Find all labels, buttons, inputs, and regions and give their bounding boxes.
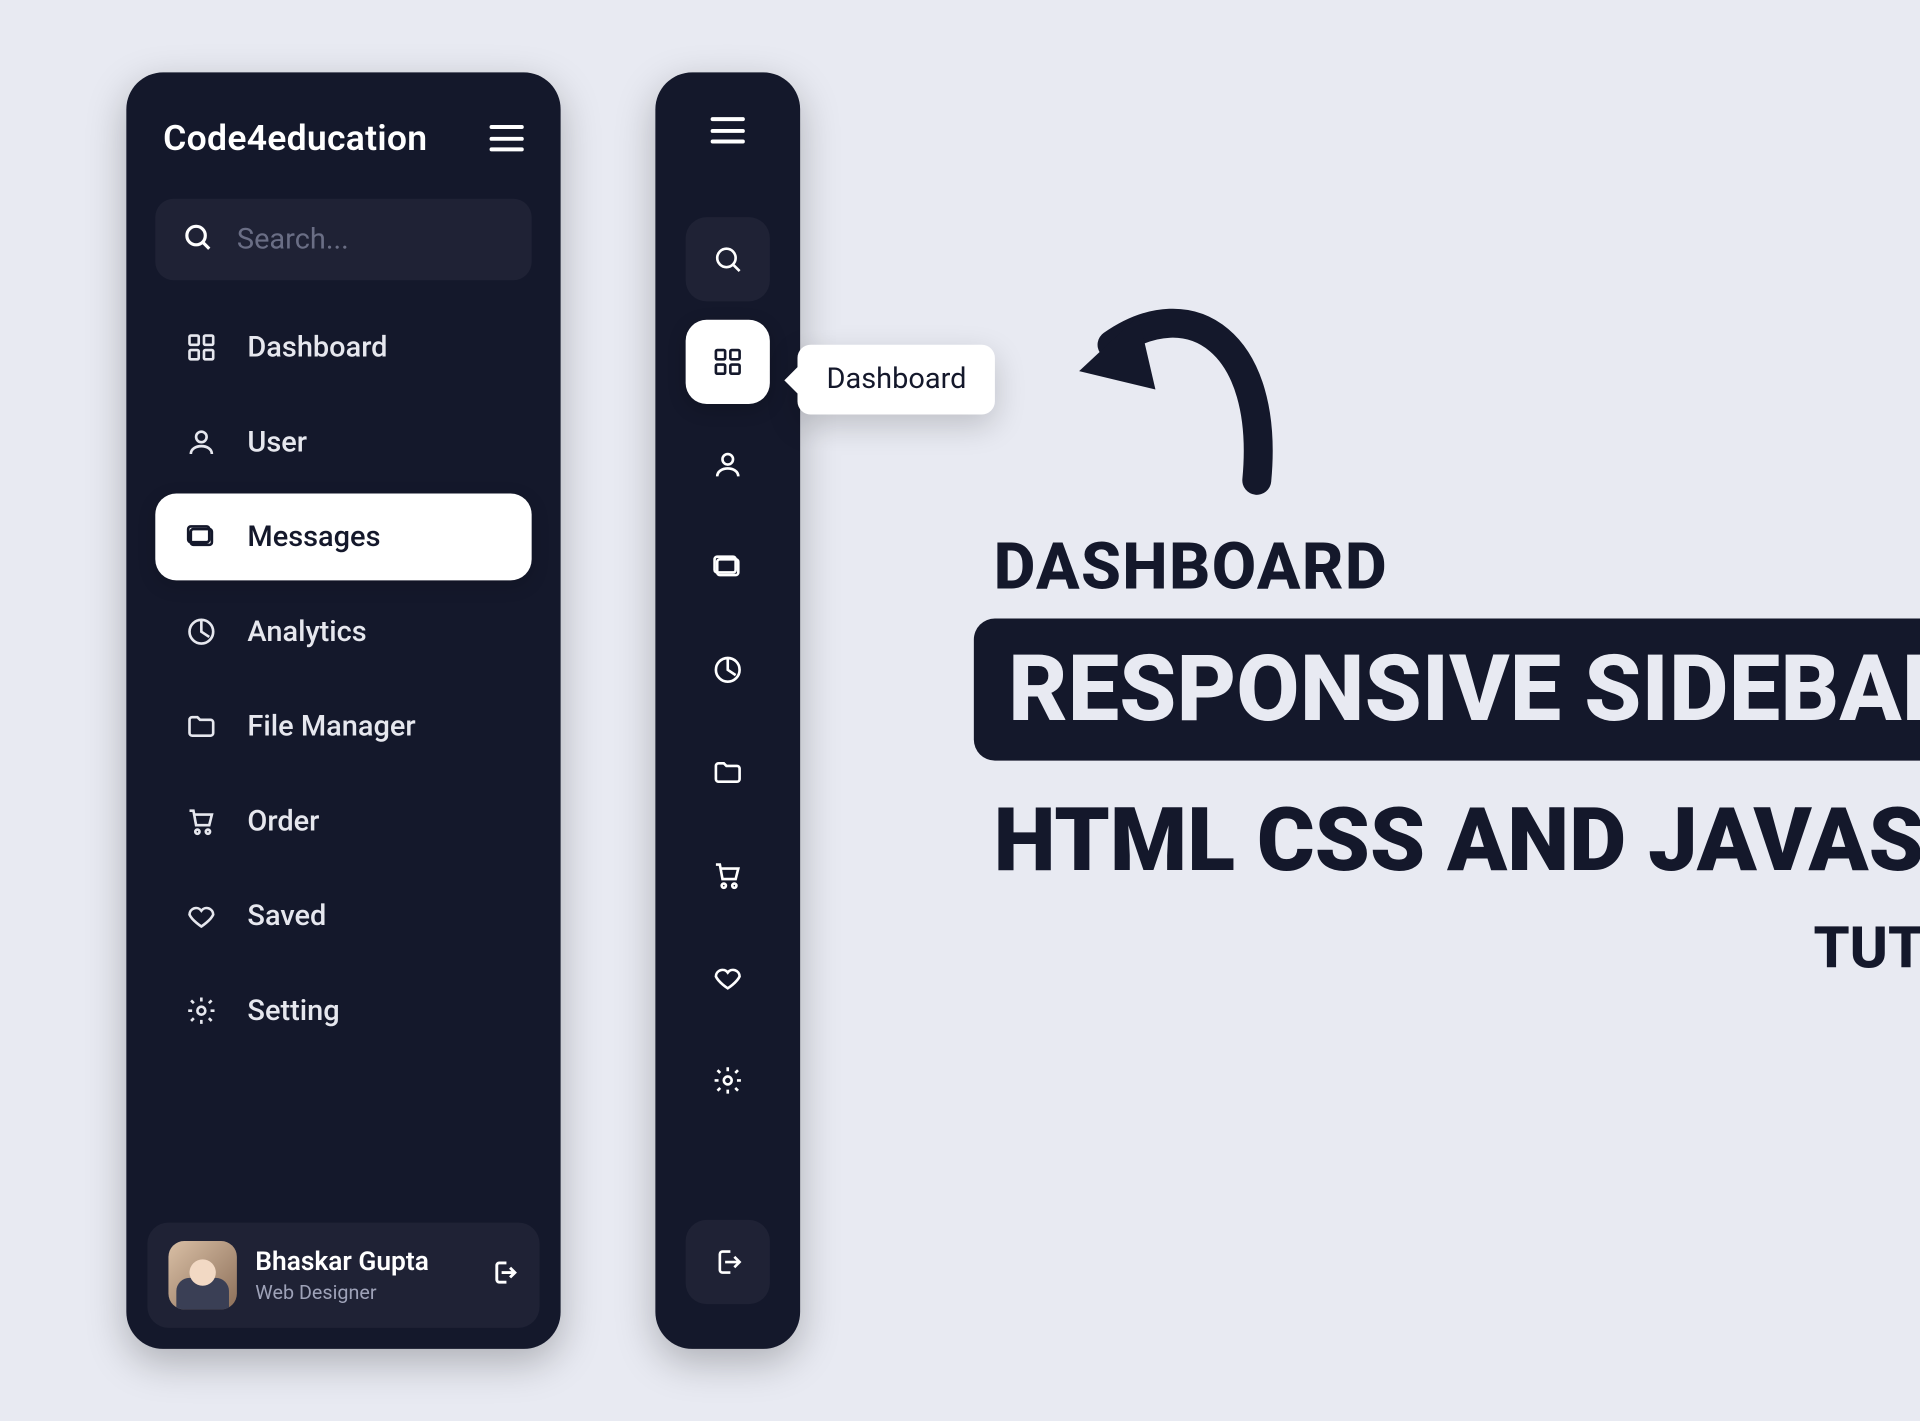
menu-toggle-icon[interactable] xyxy=(490,125,524,151)
user-icon xyxy=(184,425,218,459)
menu-toggle-icon[interactable] xyxy=(711,117,745,143)
messages-icon xyxy=(711,550,745,584)
nav-label: User xyxy=(247,426,307,459)
sidebar-header: Code4education xyxy=(155,117,531,159)
collapsed-item-file-manager[interactable] xyxy=(686,730,770,814)
collapsed-item-setting[interactable] xyxy=(686,1038,770,1122)
collapsed-item-analytics[interactable] xyxy=(686,628,770,712)
arrow-icon xyxy=(1066,263,1303,513)
nav-item-file-manager[interactable]: File Manager xyxy=(155,683,531,770)
folder-icon xyxy=(711,755,745,789)
collapsed-item-dashboard[interactable] xyxy=(686,320,770,404)
gear-icon xyxy=(711,1063,745,1097)
search-input[interactable] xyxy=(237,223,505,256)
sidebar-collapsed xyxy=(655,72,800,1349)
user-icon xyxy=(711,447,745,481)
heart-icon xyxy=(711,961,745,995)
nav-item-user[interactable]: User xyxy=(155,399,531,486)
search-bar[interactable] xyxy=(155,199,531,281)
nav-label: Dashboard xyxy=(247,331,387,364)
headline-hindi: TUTORIAL IN HINDI xyxy=(1813,913,1920,981)
nav-label: Saved xyxy=(247,899,326,932)
nav-item-order[interactable]: Order xyxy=(155,778,531,865)
heart-icon xyxy=(184,899,218,933)
search-icon xyxy=(711,242,745,276)
nav-item-messages[interactable]: Messages xyxy=(155,494,531,581)
messages-icon xyxy=(184,520,218,554)
nav-label: Analytics xyxy=(247,615,366,648)
logout-icon[interactable] xyxy=(490,1258,519,1292)
sidebar-expanded: Code4education Dashboard Use xyxy=(126,72,560,1349)
nav-label: Order xyxy=(247,805,319,838)
collapsed-search[interactable] xyxy=(686,217,770,301)
nav-item-setting[interactable]: Setting xyxy=(155,967,531,1054)
nav-label: File Manager xyxy=(247,710,415,743)
headline-kicker: DASHBOARD xyxy=(994,529,1388,604)
analytics-icon xyxy=(711,653,745,687)
collapsed-item-saved[interactable] xyxy=(686,936,770,1020)
headline-title: RESPONSIVE SIDEBAR MENU xyxy=(974,619,1920,761)
nav-list: Dashboard User Messages Analytics xyxy=(155,304,531,1054)
user-name: Bhaskar Gupta xyxy=(255,1245,471,1278)
tooltip-dashboard: Dashboard xyxy=(797,345,995,415)
collapsed-logout[interactable] xyxy=(686,1220,770,1304)
brand-title: Code4education xyxy=(163,117,427,159)
grid-icon xyxy=(184,330,218,364)
logout-icon xyxy=(711,1245,745,1279)
collapsed-item-messages[interactable] xyxy=(686,525,770,609)
nav-item-saved[interactable]: Saved xyxy=(155,873,531,960)
nav-item-dashboard[interactable]: Dashboard xyxy=(155,304,531,391)
headline-tech: HTML CSS AND JAVASCRIPT xyxy=(994,790,1920,893)
cart-icon xyxy=(184,804,218,838)
collapsed-item-user[interactable] xyxy=(686,422,770,506)
gear-icon xyxy=(184,994,218,1028)
folder-icon xyxy=(184,709,218,743)
search-icon xyxy=(182,221,214,258)
analytics-icon xyxy=(184,615,218,649)
cart-icon xyxy=(711,858,745,892)
collapsed-item-order[interactable] xyxy=(686,833,770,917)
nav-label: Messages xyxy=(247,520,380,553)
user-role: Web Designer xyxy=(255,1281,471,1306)
user-card[interactable]: Bhaskar Gupta Web Designer xyxy=(147,1223,539,1328)
nav-label: Setting xyxy=(247,994,339,1027)
avatar xyxy=(168,1241,236,1309)
nav-item-analytics[interactable]: Analytics xyxy=(155,588,531,675)
grid-icon xyxy=(711,345,745,379)
user-meta: Bhaskar Gupta Web Designer xyxy=(255,1245,471,1305)
